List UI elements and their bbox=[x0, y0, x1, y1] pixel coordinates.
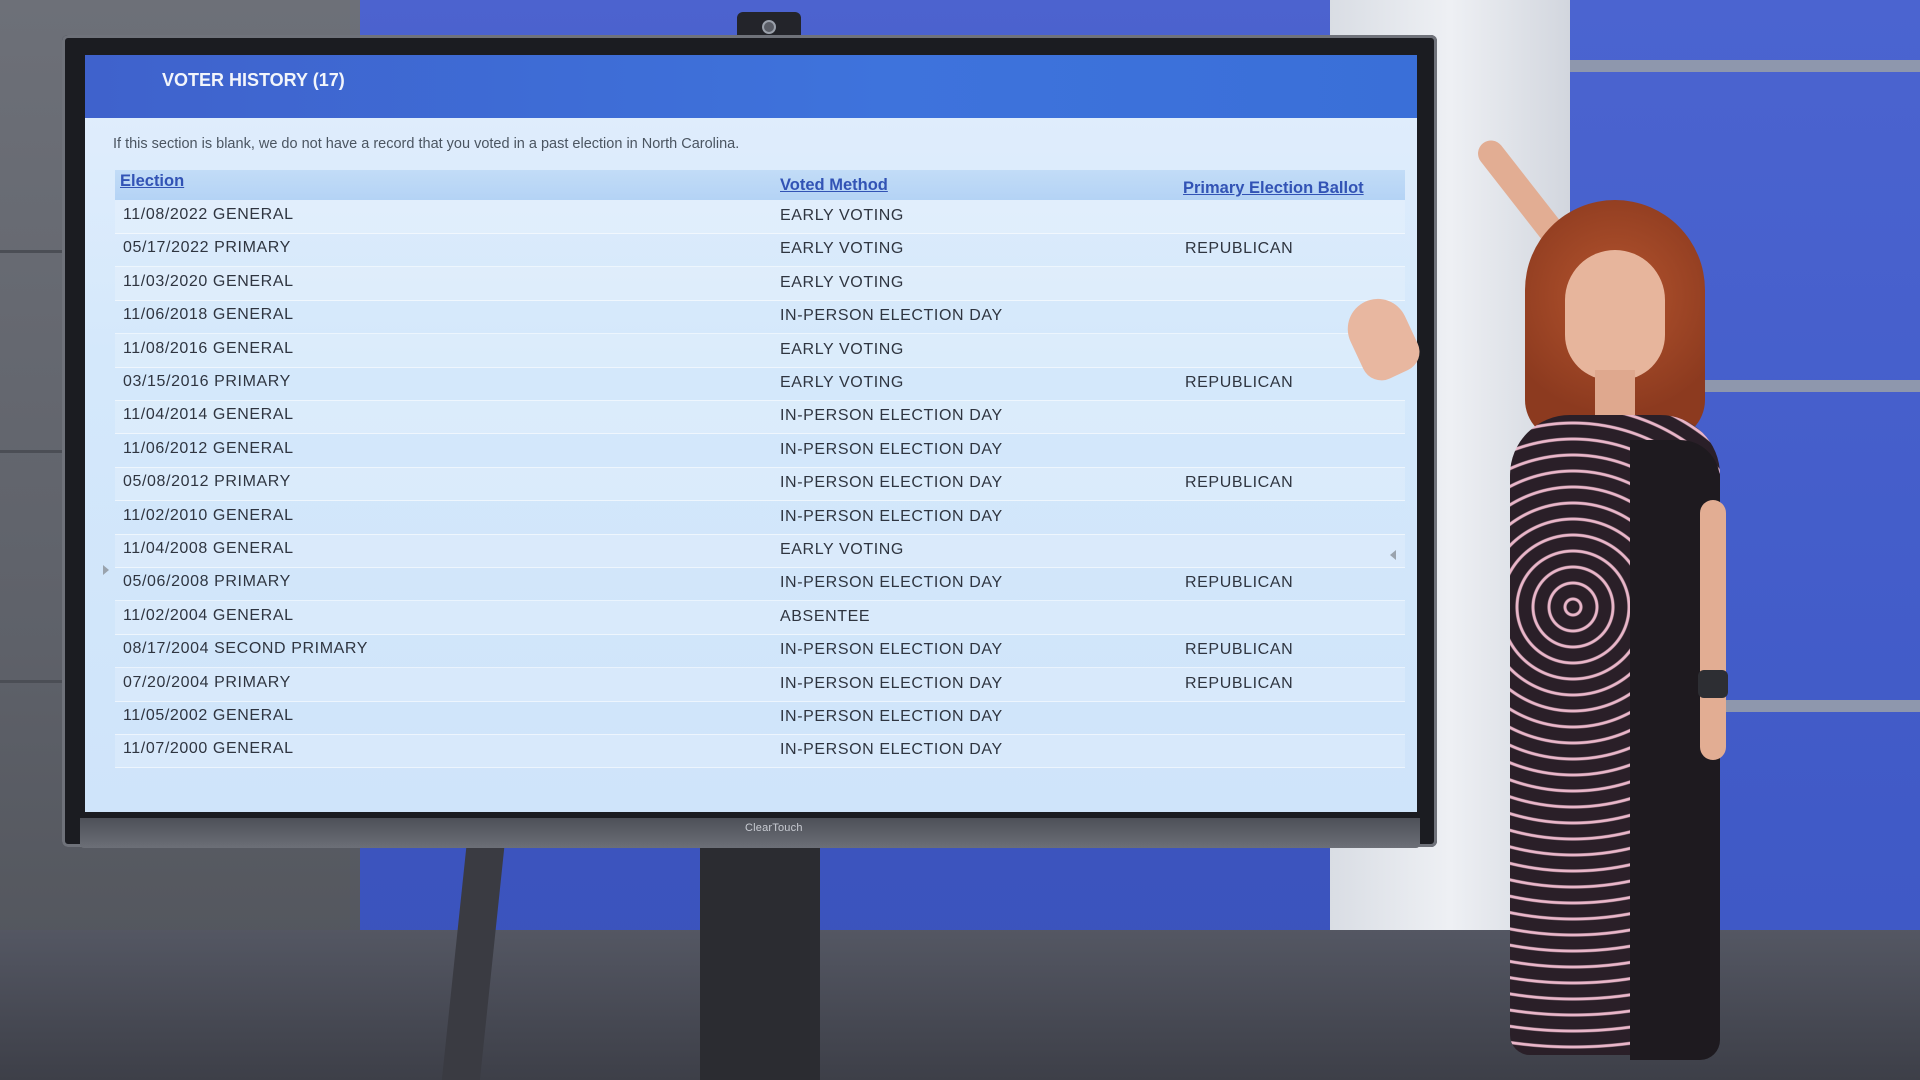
table-row[interactable]: 11/06/2018 GENERAL IN-PERSON ELECTION DAY bbox=[115, 300, 1405, 335]
table-row[interactable]: 05/06/2008 PRIMARY IN-PERSON ELECTION DAY… bbox=[115, 567, 1405, 602]
column-header-voted-method[interactable]: Voted Method bbox=[780, 176, 888, 195]
cell-election: 11/02/2004 GENERAL bbox=[123, 606, 294, 624]
cell-election: 05/08/2012 PRIMARY bbox=[123, 473, 291, 491]
cell-voted-method: IN-PERSON ELECTION DAY bbox=[780, 307, 1003, 325]
cell-election: 05/17/2022 PRIMARY bbox=[123, 239, 291, 257]
cell-voted-method: EARLY VOTING bbox=[780, 273, 904, 291]
cell-election: 11/03/2020 GENERAL bbox=[123, 272, 294, 290]
cell-voted-method: IN-PERSON ELECTION DAY bbox=[780, 507, 1003, 525]
cell-election: 11/07/2000 GENERAL bbox=[123, 740, 294, 758]
display-brand-label: ClearTouch bbox=[745, 822, 803, 834]
table-row[interactable]: 11/07/2000 GENERAL IN-PERSON ELECTION DAY bbox=[115, 734, 1405, 769]
cell-election: 11/08/2022 GENERAL bbox=[123, 206, 294, 223]
section-title: VOTER HISTORY (17) bbox=[162, 70, 345, 90]
cell-voted-method: IN-PERSON ELECTION DAY bbox=[780, 474, 1003, 492]
cell-primary-ballot: REPUBLICAN bbox=[1185, 374, 1294, 391]
table-row[interactable]: 07/20/2004 PRIMARY IN-PERSON ELECTION DAY… bbox=[115, 667, 1405, 702]
cell-voted-method: IN-PERSON ELECTION DAY bbox=[780, 708, 1003, 725]
table-row[interactable]: 05/17/2022 PRIMARY EARLY VOTING REPUBLICAN bbox=[115, 233, 1405, 268]
column-header-primary-election-ballot[interactable]: Primary Election Ballot bbox=[1183, 179, 1364, 198]
cell-election: 11/05/2002 GENERAL bbox=[123, 707, 294, 724]
cell-election: 08/17/2004 SECOND PRIMARY bbox=[123, 640, 369, 658]
section-header-bar: VOTER HISTORY (17) bbox=[85, 55, 1417, 118]
presenter-face bbox=[1565, 250, 1665, 380]
column-header-election[interactable]: Election bbox=[120, 172, 184, 191]
scroll-left-arrow-icon[interactable] bbox=[103, 565, 109, 575]
table-row[interactable]: 11/04/2014 GENERAL IN-PERSON ELECTION DAY bbox=[115, 400, 1405, 435]
cell-voted-method: ABSENTEE bbox=[780, 607, 871, 625]
cell-election: 11/02/2010 GENERAL bbox=[123, 506, 294, 524]
cell-election: 05/06/2008 PRIMARY bbox=[123, 573, 291, 591]
cell-voted-method: IN-PERSON ELECTION DAY bbox=[780, 407, 1003, 425]
table-row[interactable]: 11/08/2022 GENERAL EARLY VOTING bbox=[115, 200, 1405, 234]
cell-election: 11/06/2012 GENERAL bbox=[123, 439, 294, 457]
wall-rail bbox=[1570, 60, 1920, 72]
cell-election: 11/08/2016 GENERAL bbox=[123, 339, 294, 357]
scroll-right-arrow-icon[interactable] bbox=[1390, 550, 1396, 560]
cell-voted-method: IN-PERSON ELECTION DAY bbox=[780, 674, 1003, 692]
presenter bbox=[1337, 135, 1820, 1080]
cell-voted-method: EARLY VOTING bbox=[780, 541, 904, 558]
cell-voted-method: IN-PERSON ELECTION DAY bbox=[780, 574, 1003, 592]
table-row[interactable]: 11/03/2020 GENERAL EARLY VOTING bbox=[115, 266, 1405, 301]
table-row[interactable]: 11/04/2008 GENERAL EARLY VOTING bbox=[115, 534, 1405, 568]
wristwatch bbox=[1698, 670, 1728, 698]
display-screen: VOTER HISTORY (17) If this section is bl… bbox=[85, 55, 1417, 812]
presenter-neck bbox=[1595, 370, 1635, 420]
table-row[interactable]: 11/06/2012 GENERAL IN-PERSON ELECTION DAY bbox=[115, 434, 1405, 468]
cell-primary-ballot: REPUBLICAN bbox=[1185, 474, 1294, 492]
tv-stand bbox=[700, 830, 820, 1080]
cell-voted-method: IN-PERSON ELECTION DAY bbox=[780, 741, 1003, 759]
cell-election: 11/06/2018 GENERAL bbox=[123, 306, 294, 324]
cell-election: 03/15/2016 PRIMARY bbox=[123, 373, 291, 390]
cell-primary-ballot: REPUBLICAN bbox=[1185, 574, 1294, 592]
table-row[interactable]: 05/08/2012 PRIMARY IN-PERSON ELECTION DAY… bbox=[115, 467, 1405, 502]
presenter-arm-right bbox=[1700, 500, 1726, 760]
table-row[interactable]: 11/02/2010 GENERAL IN-PERSON ELECTION DAY bbox=[115, 501, 1405, 535]
table-row[interactable]: 03/15/2016 PRIMARY EARLY VOTING REPUBLICAN bbox=[115, 367, 1405, 401]
cell-primary-ballot: REPUBLICAN bbox=[1185, 674, 1294, 692]
cell-election: 07/20/2004 PRIMARY bbox=[123, 673, 291, 691]
cell-voted-method: EARLY VOTING bbox=[780, 207, 904, 224]
webcam-lens bbox=[762, 20, 776, 34]
cell-voted-method: EARLY VOTING bbox=[780, 240, 904, 258]
blank-section-notice: If this section is blank, we do not have… bbox=[113, 136, 740, 152]
cell-election: 11/04/2008 GENERAL bbox=[123, 540, 294, 557]
cell-voted-method: IN-PERSON ELECTION DAY bbox=[780, 641, 1003, 659]
cell-voted-method: EARLY VOTING bbox=[780, 340, 904, 358]
cell-primary-ballot: REPUBLICAN bbox=[1185, 240, 1294, 258]
table-row[interactable]: 11/05/2002 GENERAL IN-PERSON ELECTION DAY bbox=[115, 701, 1405, 735]
table-row[interactable]: 11/08/2016 GENERAL EARLY VOTING bbox=[115, 333, 1405, 368]
cell-voted-method: IN-PERSON ELECTION DAY bbox=[780, 440, 1003, 458]
cell-election: 11/04/2014 GENERAL bbox=[123, 406, 294, 424]
cell-primary-ballot: REPUBLICAN bbox=[1185, 641, 1294, 659]
table-row[interactable]: 11/02/2004 GENERAL ABSENTEE bbox=[115, 600, 1405, 635]
cell-voted-method: EARLY VOTING bbox=[780, 374, 904, 391]
table-row[interactable]: 08/17/2004 SECOND PRIMARY IN-PERSON ELECT… bbox=[115, 634, 1405, 669]
